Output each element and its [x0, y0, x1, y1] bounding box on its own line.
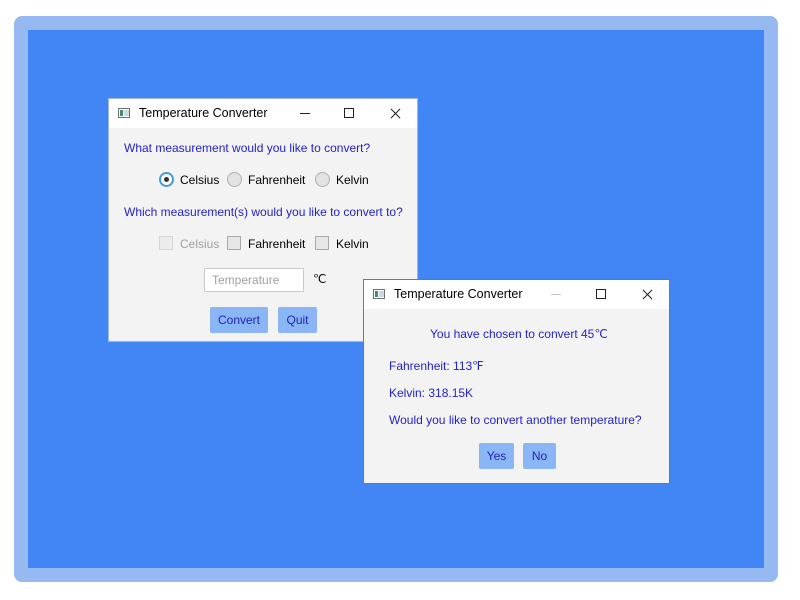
- radio-kelvin[interactable]: [315, 172, 330, 187]
- convert-again-prompt: Would you like to convert another temper…: [389, 413, 642, 427]
- radio-fahrenheit-label[interactable]: Fahrenheit: [248, 173, 305, 187]
- checkbox-celsius-label: Celsius: [180, 237, 220, 251]
- maximize-icon[interactable]: [327, 99, 371, 128]
- fahrenheit-result: Fahrenheit: 113℉: [389, 359, 484, 373]
- checkbox-fahrenheit-label[interactable]: Fahrenheit: [248, 237, 305, 251]
- yes-button[interactable]: Yes: [479, 443, 514, 469]
- result-dialog-titlebar[interactable]: Temperature Converter: [364, 280, 669, 309]
- no-button[interactable]: No: [523, 443, 556, 469]
- temperature-input[interactable]: [204, 268, 304, 292]
- close-icon[interactable]: [373, 99, 417, 128]
- unit-symbol: ℃: [313, 272, 327, 286]
- checkbox-celsius[interactable]: [159, 236, 173, 250]
- kelvin-result: Kelvin: 318.15K: [389, 386, 474, 400]
- checkbox-fahrenheit[interactable]: [227, 236, 241, 250]
- checkbox-kelvin-label[interactable]: Kelvin: [336, 237, 369, 251]
- radio-kelvin-label[interactable]: Kelvin: [336, 173, 369, 187]
- convert-button[interactable]: Convert: [210, 307, 268, 333]
- app-icon: [118, 108, 130, 118]
- result-dialog: Temperature Converter You have chosen to…: [363, 279, 670, 484]
- radio-fahrenheit[interactable]: [227, 172, 242, 187]
- window-title: Temperature Converter: [139, 106, 268, 120]
- checkbox-kelvin[interactable]: [315, 236, 329, 250]
- radio-celsius[interactable]: [159, 172, 174, 187]
- question-to-label: Which measurement(s) would you like to c…: [124, 205, 403, 219]
- dialog-title: Temperature Converter: [394, 287, 523, 301]
- main-window-titlebar[interactable]: Temperature Converter: [109, 99, 417, 128]
- result-heading: You have chosen to convert 45℃: [430, 327, 608, 341]
- question-from-label: What measurement would you like to conve…: [124, 141, 371, 155]
- app-icon: [373, 289, 385, 299]
- maximize-icon[interactable]: [579, 280, 623, 309]
- radio-celsius-label[interactable]: Celsius: [180, 173, 219, 187]
- minimize-icon: [534, 280, 578, 309]
- quit-button[interactable]: Quit: [278, 307, 317, 333]
- minimize-icon[interactable]: [283, 99, 327, 128]
- close-icon[interactable]: [625, 280, 669, 309]
